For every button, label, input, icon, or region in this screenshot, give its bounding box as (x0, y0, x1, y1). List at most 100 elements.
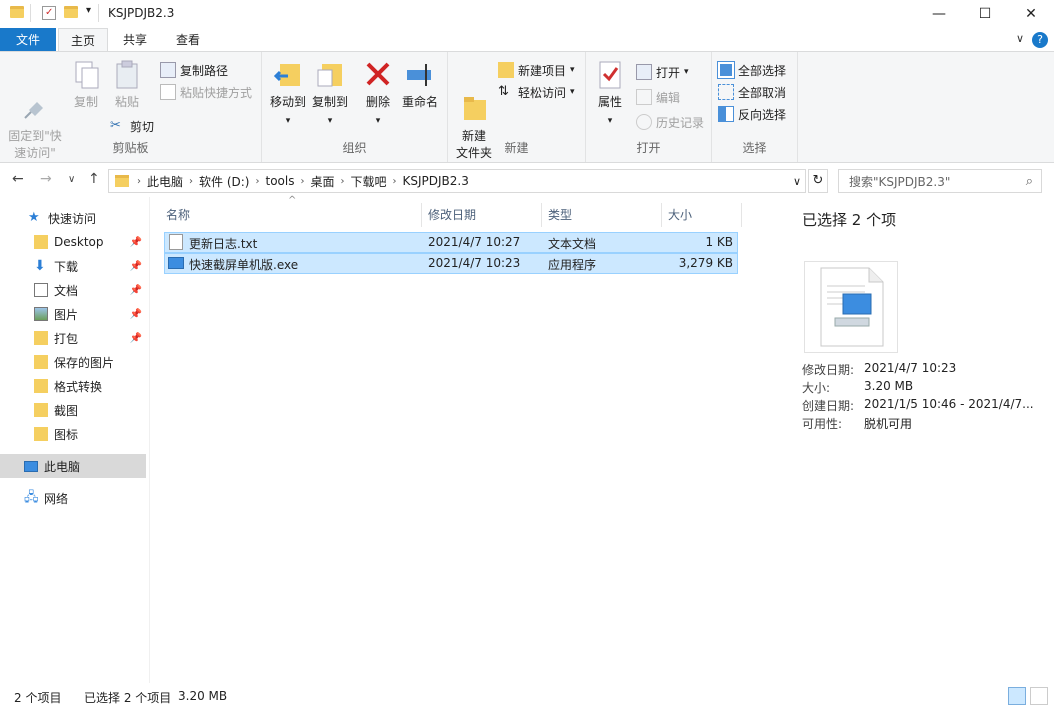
move-to-button[interactable]: 移动到▾ (266, 58, 310, 130)
breadcrumb-this-pc[interactable]: 此电脑 (141, 173, 189, 190)
maximize-button[interactable]: ☐ (962, 0, 1008, 28)
breadcrumb-desktop[interactable]: 桌面 (304, 173, 340, 190)
file-size: 3,279 KB (679, 256, 733, 270)
forward-arrow-icon[interactable]: → (40, 171, 52, 187)
move-to-icon (272, 58, 304, 90)
clipboard-group-label: 剪贴板 (0, 139, 261, 156)
recent-locations-icon[interactable]: ∨ (68, 174, 75, 185)
sidebar-label: 截图 (54, 402, 78, 419)
paste-label: 粘贴 (115, 95, 139, 109)
file-row[interactable]: 快速截屏单机版.exe 2021/4/7 10:23 应用程序 3,279 KB (164, 253, 738, 274)
breadcrumb-tools[interactable]: tools (259, 174, 300, 188)
rename-button[interactable]: 重命名 (398, 58, 442, 111)
pin-icon: 📌 (130, 237, 142, 248)
details-view-icon[interactable] (1008, 687, 1026, 705)
pin-icon: 📌 (130, 285, 142, 296)
select-group: 全部选择 全部取消 反向选择 选择 (712, 52, 798, 162)
tab-share[interactable]: 共享 (112, 28, 158, 52)
ribbon: 固定到"快 速访问" 复制 粘贴 复制路径 粘贴快捷方式 ✂ 剪切 剪贴板 (0, 51, 1054, 163)
network-icon: 🖧 (24, 491, 38, 505)
copy-label: 复制 (74, 95, 98, 109)
easy-access-button[interactable]: ⇅ 轻松访问▾ (498, 82, 575, 102)
invert-selection-icon (718, 106, 734, 122)
pin-icon (19, 75, 51, 107)
column-header-type[interactable]: 类型 (542, 203, 662, 227)
scissors-icon: ✂ (110, 118, 126, 134)
column-header-name[interactable]: 名称 (160, 203, 422, 227)
search-placeholder: 搜索"KSJPDJB2.3" (849, 173, 950, 190)
invert-selection-button[interactable]: 反向选择 (718, 104, 786, 124)
large-icons-view-icon[interactable] (1030, 687, 1048, 705)
properties-icon[interactable]: ✓ (42, 6, 56, 20)
select-all-button[interactable]: 全部选择 (718, 60, 786, 80)
history-button[interactable]: 历史记录 (636, 112, 704, 132)
breadcrumb-drive[interactable]: 软件 (D:) (193, 173, 255, 190)
back-arrow-icon[interactable]: ← (12, 171, 24, 187)
sidebar-item-saved-pictures[interactable]: 保存的图片 (0, 350, 146, 374)
open-label: 打开 (656, 64, 680, 81)
navigation-bar: ← → ∨ ↑ › 此电脑› 软件 (D:)› tools› 桌面› 下载吧› … (0, 163, 1054, 197)
file-row[interactable]: 更新日志.txt 2021/4/7 10:27 文本文档 1 KB (164, 232, 738, 253)
easy-access-label: 轻松访问 (518, 84, 566, 101)
folder-icon (34, 235, 48, 249)
edit-icon (636, 89, 652, 105)
address-bar[interactable]: › 此电脑› 软件 (D:)› tools› 桌面› 下载吧› KSJPDJB2… (108, 169, 806, 193)
sidebar-item-format-convert[interactable]: 格式转换 (0, 374, 146, 398)
tab-home[interactable]: 主页 (58, 28, 108, 52)
sidebar-item-icons[interactable]: 图标 (0, 422, 146, 446)
sidebar-item-documents[interactable]: 文档📌 (0, 278, 146, 302)
help-icon[interactable]: ? (1032, 32, 1048, 48)
sidebar-item-quick-access[interactable]: ★ 快速访问 (0, 206, 146, 230)
details-title: 已选择 2 个项 (802, 209, 896, 230)
copy-button[interactable]: 复制 (66, 58, 106, 111)
paste-button[interactable]: 粘贴 (106, 58, 148, 111)
new-group-label: 新建 (448, 139, 585, 156)
organize-group: 移动到▾ 复制到▾ 删除▾ 重命名 组织 (262, 52, 448, 162)
sidebar-item-downloads[interactable]: ⬇ 下载📌 (0, 254, 146, 278)
breadcrumb-current[interactable]: KSJPDJB2.3 (397, 174, 475, 188)
open-button[interactable]: 打开▾ (636, 62, 689, 82)
minimize-button[interactable]: — (916, 0, 962, 28)
address-dropdown-icon[interactable]: ∨ (793, 175, 801, 188)
properties-button[interactable]: 属性▾ (592, 58, 628, 130)
application-icon (168, 257, 184, 269)
copy-to-button[interactable]: 复制到▾ (308, 58, 352, 130)
column-header-size[interactable]: 大小 (662, 203, 742, 227)
sidebar-item-dabao[interactable]: 打包📌 (0, 326, 146, 350)
sidebar-label: 格式转换 (54, 378, 102, 395)
sidebar-item-network[interactable]: 🖧 网络 (0, 486, 146, 510)
prop-label-modified: 修改日期: (802, 361, 854, 378)
close-button[interactable]: ✕ (1008, 0, 1054, 28)
tab-view[interactable]: 查看 (162, 28, 214, 52)
breadcrumb-xiazaiba[interactable]: 下载吧 (344, 173, 392, 190)
new-item-button[interactable]: 新建项目▾ (498, 60, 575, 80)
tab-file[interactable]: 文件 (0, 28, 56, 52)
cut-button[interactable]: ✂ 剪切 (110, 116, 154, 136)
prop-value-modified: 2021/4/7 10:23 (864, 361, 956, 375)
select-all-label: 全部选择 (738, 62, 786, 79)
rename-icon (404, 58, 436, 90)
refresh-icon[interactable]: ↻ (808, 169, 828, 193)
search-input[interactable]: 搜索"KSJPDJB2.3" ⌕ (838, 169, 1042, 193)
quick-access-dropdown-icon[interactable]: ▾ (86, 5, 91, 16)
sidebar-item-screenshots[interactable]: 截图 (0, 398, 146, 422)
properties-label: 属性 (598, 95, 622, 109)
multiple-files-preview-icon (804, 261, 898, 353)
sidebar-item-pictures[interactable]: 图片📌 (0, 302, 146, 326)
copy-path-button[interactable]: 复制路径 (160, 60, 228, 80)
status-item-count: 2 个项目 (14, 689, 61, 706)
move-to-label: 移动到 (270, 95, 306, 109)
file-type: 应用程序 (548, 256, 596, 273)
new-folder-icon[interactable] (64, 6, 78, 20)
column-header-date[interactable]: 修改日期 (422, 203, 542, 227)
up-arrow-icon[interactable]: ↑ (88, 171, 100, 187)
select-none-button[interactable]: 全部取消 (718, 82, 786, 102)
navigation-pane: ★ 快速访问 Desktop📌 ⬇ 下载📌 文档📌 图片📌 打包📌 保存的图片 … (0, 197, 150, 683)
edit-button[interactable]: 编辑 (636, 87, 680, 107)
delete-button[interactable]: 删除▾ (360, 58, 396, 130)
paste-shortcut-button[interactable]: 粘贴快捷方式 (160, 82, 252, 102)
collapse-ribbon-icon[interactable]: ∨ (1016, 32, 1024, 45)
select-all-icon (718, 62, 734, 78)
sidebar-item-desktop[interactable]: Desktop📌 (0, 230, 146, 254)
sidebar-item-this-pc[interactable]: 此电脑 (0, 454, 146, 478)
